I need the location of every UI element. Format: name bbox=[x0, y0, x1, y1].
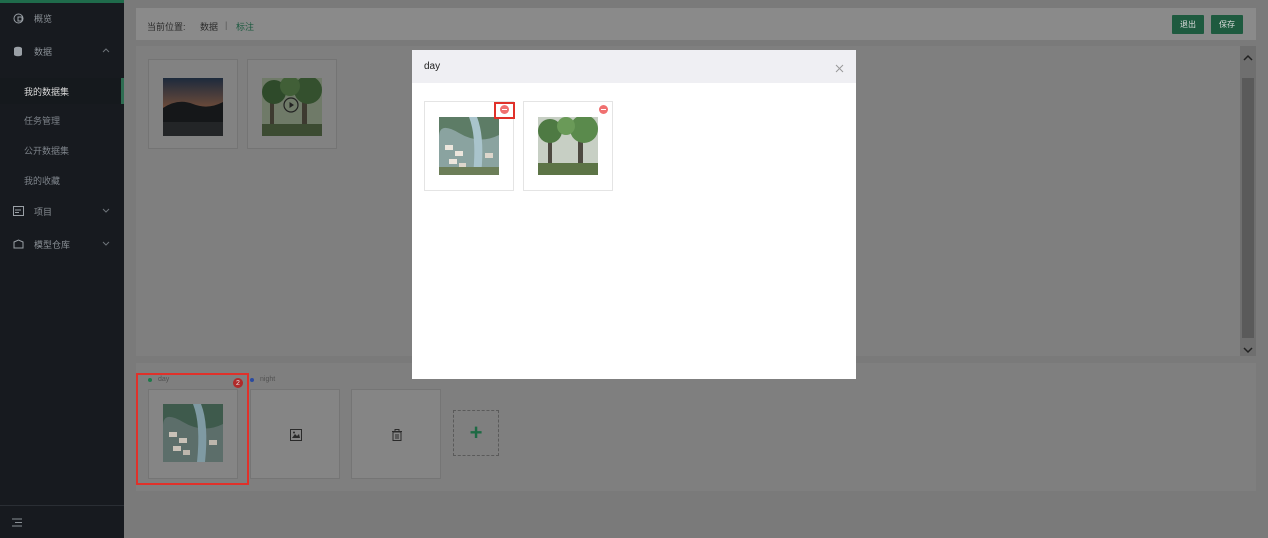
sidebar-item-label: 模型仓库 bbox=[34, 239, 71, 250]
sidebar-item-overview[interactable]: 概览 bbox=[0, 5, 124, 31]
aerial-image bbox=[439, 117, 499, 175]
sidebar-sub-my-datasets[interactable]: 我的数据集 bbox=[0, 78, 124, 104]
sidebar-divider bbox=[0, 505, 124, 506]
plus-icon: + bbox=[469, 420, 483, 445]
trash-icon[interactable] bbox=[391, 429, 403, 441]
overview-icon bbox=[12, 12, 24, 24]
chevron-down-icon bbox=[102, 239, 112, 249]
count-badge: 2 bbox=[233, 378, 243, 388]
scrollbar[interactable] bbox=[1240, 46, 1256, 356]
label-images-dialog: day bbox=[412, 50, 856, 379]
night-landscape-image bbox=[163, 78, 223, 136]
label-tag-night[interactable]: night bbox=[250, 376, 275, 383]
sidebar-sub-task-management[interactable]: 任务管理 bbox=[0, 107, 124, 133]
forest-image bbox=[538, 115, 598, 175]
sidebar-sub-label: 我的收藏 bbox=[24, 175, 61, 186]
scrollbar-thumb[interactable] bbox=[1242, 78, 1254, 338]
dialog-header: day bbox=[412, 50, 856, 83]
highlight-box-day-slot bbox=[136, 373, 249, 485]
database-icon bbox=[12, 45, 24, 57]
header-bar: 当前位置: 数据 | 标注 退出 保存 bbox=[136, 8, 1256, 40]
save-button[interactable]: 保存 bbox=[1211, 15, 1243, 34]
play-icon[interactable] bbox=[283, 97, 299, 113]
sidebar: 概览 数据 我的数据集 任务管理 公开数据集 我的收藏 项目 模型仓库 bbox=[0, 0, 124, 538]
label-slot-night[interactable] bbox=[250, 389, 340, 479]
sidebar-item-model-repo[interactable]: 模型仓库 bbox=[0, 231, 124, 257]
breadcrumb-separator: | bbox=[225, 20, 228, 30]
exit-button[interactable]: 退出 bbox=[1172, 15, 1204, 34]
sidebar-item-project[interactable]: 项目 bbox=[0, 198, 124, 224]
scroll-up-icon[interactable] bbox=[1243, 52, 1253, 62]
dialog-image-card[interactable] bbox=[523, 101, 613, 191]
model-repo-icon bbox=[12, 238, 24, 250]
highlight-box-remove bbox=[494, 102, 515, 119]
chevron-down-icon bbox=[102, 206, 112, 216]
dialog-title: day bbox=[424, 61, 441, 72]
location-label: 当前位置: bbox=[147, 22, 186, 32]
project-icon bbox=[12, 205, 24, 217]
add-label-button[interactable]: + bbox=[453, 410, 499, 456]
remove-image-icon[interactable] bbox=[599, 105, 608, 114]
sidebar-sub-label: 任务管理 bbox=[24, 115, 61, 126]
image-placeholder-icon bbox=[290, 429, 302, 441]
close-icon[interactable] bbox=[835, 62, 844, 73]
label-panel: day night + bbox=[136, 363, 1256, 491]
sidebar-item-label: 数据 bbox=[34, 46, 53, 57]
sidebar-accent-line bbox=[0, 0, 124, 3]
sidebar-item-label: 项目 bbox=[34, 206, 53, 217]
collapse-menu-icon[interactable] bbox=[12, 516, 24, 528]
breadcrumb-data[interactable]: 数据 bbox=[200, 20, 218, 33]
sidebar-item-label: 概览 bbox=[34, 13, 53, 24]
sidebar-sub-public-datasets[interactable]: 公开数据集 bbox=[0, 137, 124, 163]
label-name: night bbox=[260, 376, 276, 383]
scroll-down-icon[interactable] bbox=[1243, 344, 1253, 354]
sidebar-sub-favorites[interactable]: 我的收藏 bbox=[0, 167, 124, 193]
sidebar-sub-label: 公开数据集 bbox=[24, 145, 70, 156]
breadcrumb-current: 标注 bbox=[236, 22, 255, 32]
sidebar-item-data[interactable]: 数据 bbox=[0, 38, 124, 64]
gallery-thumb[interactable] bbox=[148, 59, 238, 149]
sidebar-sub-label: 我的数据集 bbox=[24, 86, 70, 97]
chevron-up-icon bbox=[102, 46, 112, 56]
gallery-thumb[interactable] bbox=[247, 59, 337, 149]
delete-slot[interactable] bbox=[351, 389, 441, 479]
label-color-dot bbox=[250, 377, 254, 382]
